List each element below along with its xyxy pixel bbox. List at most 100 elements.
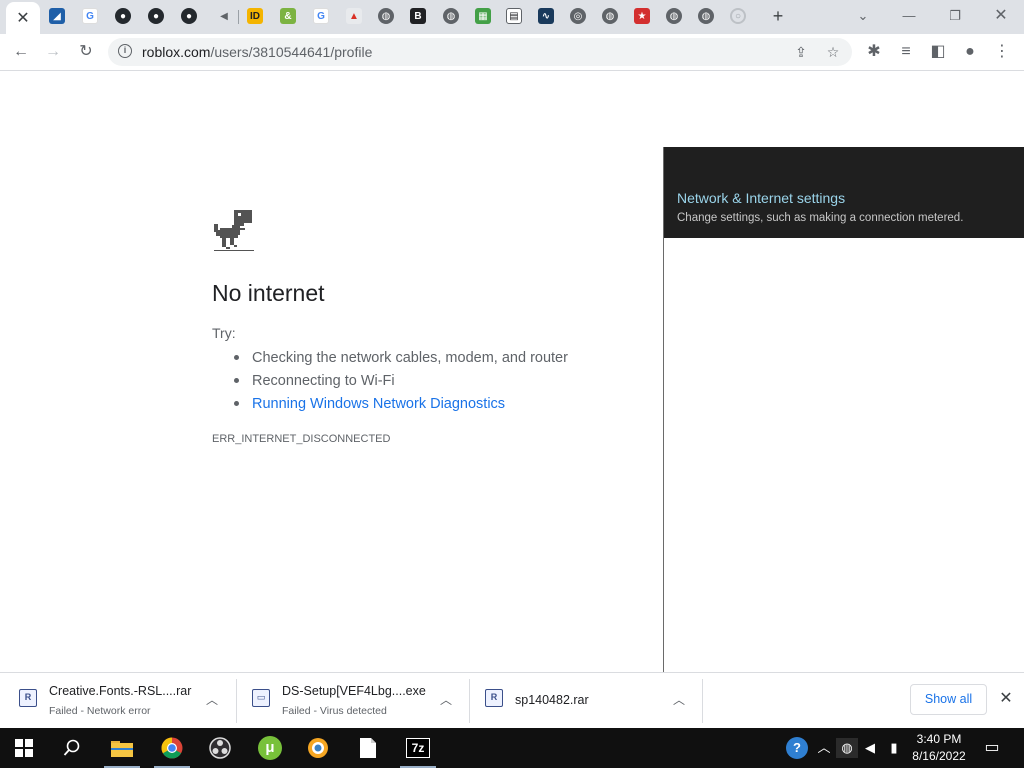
tab-globe-2[interactable]: ◍ <box>443 8 459 24</box>
share-button[interactable]: ⇪ <box>790 42 812 62</box>
tab-b[interactable]: B <box>410 8 426 24</box>
obs-icon <box>209 737 231 759</box>
close-shelf-button[interactable]: ✕ <box>997 689 1015 709</box>
paint-icon: ▲ <box>349 10 359 22</box>
minimize-button[interactable]: — <box>894 4 924 28</box>
card-icon: ▤ <box>509 10 519 22</box>
tab-globe-4[interactable]: ◍ <box>666 8 682 24</box>
microphone-tray-icon[interactable]: ▮ <box>884 738 904 758</box>
tab-ampersand[interactable]: & <box>280 8 296 24</box>
arrow-left-icon: ← <box>13 43 29 60</box>
tab-chrome[interactable]: ◎ <box>570 8 586 24</box>
id-icon: ID <box>250 10 260 22</box>
obs-taskbar-button[interactable] <box>196 728 244 768</box>
notifications-button[interactable]: ▭ <box>982 738 1002 758</box>
back-button[interactable]: ← <box>8 40 34 64</box>
suggestion-list: Checking the network cables, modem, and … <box>232 348 568 417</box>
windows-start-icon <box>15 739 33 757</box>
download-options-button[interactable]: ︿ <box>203 691 221 709</box>
speaker-icon: ◀ <box>865 740 875 755</box>
download-options-button[interactable]: ︿ <box>437 691 455 709</box>
network-flyout: Network & Internet settings Change setti… <box>663 147 1024 728</box>
chrome-icon <box>161 737 183 759</box>
close-window-button[interactable]: ✕ <box>986 4 1016 28</box>
tab-sigma[interactable]: ◢ <box>49 8 65 24</box>
forward-button[interactable]: → <box>40 40 66 64</box>
new-tab-button[interactable]: + <box>768 6 788 26</box>
clock[interactable]: 3:40 PM 8/16/2022 <box>908 731 970 765</box>
chrome-taskbar-button[interactable] <box>148 728 196 768</box>
shield-browser-taskbar-button[interactable] <box>294 728 342 768</box>
tab-globe-5[interactable]: ◍ <box>698 8 714 24</box>
7zip-taskbar-button[interactable]: 7z <box>394 728 442 768</box>
menu-button[interactable]: ⋮ <box>989 40 1015 64</box>
profile-button[interactable]: ● <box>957 40 983 64</box>
tab-github-3[interactable]: ● <box>181 8 197 24</box>
tab-search-button[interactable]: ⌄ <box>848 4 878 28</box>
tab-google[interactable]: G <box>82 8 98 24</box>
error-code: ERR_INTERNET_DISCONNECTED <box>212 433 391 445</box>
network-diagnostics-link[interactable]: Running Windows Network Diagnostics <box>232 394 568 417</box>
file-explorer-button[interactable] <box>98 728 146 768</box>
document-taskbar-button[interactable] <box>344 728 392 768</box>
tab-pulse[interactable]: ∿ <box>538 8 554 24</box>
tab-card[interactable]: ▤ <box>506 8 522 24</box>
download-options-button[interactable]: ︿ <box>670 691 688 709</box>
network-tray-icon[interactable]: ◍ <box>836 738 858 758</box>
tab-windows[interactable]: ▦ <box>475 8 491 24</box>
globe-icon: ◍ <box>446 10 456 22</box>
show-hidden-icons-button[interactable]: ︿ <box>814 738 834 758</box>
help-tray-icon[interactable]: ? <box>786 737 808 759</box>
avatar-icon: ● <box>965 43 975 60</box>
tab-globe-1[interactable]: ◍ <box>378 8 394 24</box>
address-bar[interactable]: i roblox.com/users/3810544641/profile ⇪ … <box>108 38 852 66</box>
star-icon: ☆ <box>826 44 840 60</box>
globe-icon: ◍ <box>701 10 711 22</box>
tab-github-1[interactable]: ● <box>115 8 131 24</box>
suggestion-item: Reconnecting to Wi-Fi <box>232 371 568 394</box>
start-button[interactable] <box>0 728 48 768</box>
pulse-icon: ∿ <box>541 10 551 22</box>
tab-google-2[interactable]: G <box>313 8 329 24</box>
b-icon: B <box>414 10 422 22</box>
download-item[interactable]: R sp140482.rar ︿ <box>470 673 702 729</box>
download-item[interactable]: R Creative.Fonts.-RSL....rar Failed - Ne… <box>0 673 236 729</box>
info-icon[interactable]: i <box>118 44 132 58</box>
plus-icon: + <box>772 6 784 26</box>
tab-star-badge[interactable]: ★ <box>634 8 650 24</box>
star-badge-icon: ★ <box>637 10 647 22</box>
tab-strip: ✕ ◢ G ● ● ● ◀ ID & G ▲ ◍ B ◍ ▦ ▤ ∿ ◎ ◍ ★… <box>0 0 1024 34</box>
volume-tray-icon[interactable]: ◀ <box>860 738 880 758</box>
browser-toolbar: ← → ↻ i roblox.com/users/3810544641/prof… <box>0 34 1024 71</box>
tab-globe-3[interactable]: ◍ <box>602 8 618 24</box>
show-all-button[interactable]: Show all <box>910 684 987 715</box>
globe-icon: ◍ <box>669 10 679 22</box>
download-item[interactable]: ▭ DS-Setup[VEF4Lbg....exe Failed - Virus… <box>237 673 469 729</box>
media-control-button[interactable]: ≡ <box>893 40 919 64</box>
download-status: Failed - Virus detected <box>282 705 387 717</box>
close-tab-icon[interactable]: ✕ <box>16 8 29 28</box>
extensions-button[interactable]: ✱ <box>861 40 887 64</box>
windows-icon: ▦ <box>478 10 488 22</box>
share-icon: ⇪ <box>795 44 807 60</box>
tab-id[interactable]: ID <box>247 8 263 24</box>
tab-paint[interactable]: ▲ <box>346 8 362 24</box>
download-filename: sp140482.rar <box>515 693 589 707</box>
puzzle-icon: ✱ <box>867 43 881 60</box>
reload-button[interactable]: ↻ <box>73 40 99 64</box>
bookmark-button[interactable]: ☆ <box>822 42 844 62</box>
loading-icon: ○ <box>734 10 742 22</box>
tab-loading[interactable]: ○ <box>730 8 746 24</box>
search-button[interactable] <box>48 728 96 768</box>
tab-github-2[interactable]: ● <box>148 8 164 24</box>
utorrent-taskbar-button[interactable]: μ <box>246 728 294 768</box>
tab-audio[interactable]: ◀ <box>216 8 232 24</box>
url-text[interactable]: roblox.com/users/3810544641/profile <box>142 44 372 60</box>
side-panel-button[interactable]: ◧ <box>925 40 951 64</box>
chevron-up-icon: ︿ <box>439 693 452 707</box>
minimize-icon: — <box>902 8 916 23</box>
restore-button[interactable]: ❐ <box>940 4 970 28</box>
tab-active[interactable]: ✕ <box>6 2 40 34</box>
network-settings-link[interactable]: Network & Internet settings <box>677 190 845 206</box>
suggestion-item: Checking the network cables, modem, and … <box>232 348 568 371</box>
